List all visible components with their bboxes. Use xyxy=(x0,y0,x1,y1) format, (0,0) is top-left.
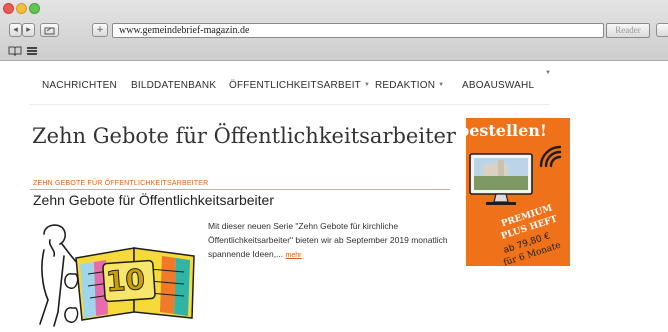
share-icon xyxy=(44,27,55,35)
chevron-left-icon: ◂ xyxy=(13,25,18,35)
plus-icon: + xyxy=(96,25,104,35)
nav-item-oeffentlichkeitsarbeit[interactable]: ÖFFENTLICHKEITSARBEIT ▼ xyxy=(229,80,370,91)
subscription-ad[interactable]: bestellen! PREMIUM PLUS HEFT ab 79,80 € … xyxy=(466,118,570,266)
article-image[interactable]: 10 xyxy=(34,216,200,327)
nav-item-label: ABOAUSWAHL xyxy=(462,80,535,91)
new-tab-button[interactable]: + xyxy=(92,23,108,37)
wifi-icon xyxy=(539,145,562,168)
article-title-link[interactable]: Zehn Gebote für Öffentlichkeitsarbeiter xyxy=(33,192,274,208)
caret-down-icon[interactable]: ▼ xyxy=(545,70,551,76)
nav-item-label: BILDDATENBANK xyxy=(131,80,217,91)
back-button[interactable]: ◂ xyxy=(9,23,22,37)
nav-item-label: REDAKTION xyxy=(375,80,436,91)
maximize-window-button[interactable] xyxy=(29,3,40,14)
share-button[interactable] xyxy=(40,23,59,37)
excerpt-text: Mit dieser neuen Serie "Zehn Gebote für … xyxy=(208,221,448,259)
premium-badge: PREMIUM PLUS HEFT ab 79,80 € für 6 Monat… xyxy=(492,201,570,266)
ad-headline: bestellen! xyxy=(466,121,547,140)
chevron-right-icon: ▸ xyxy=(26,25,31,35)
caret-down-icon: ▼ xyxy=(438,82,445,88)
category-divider xyxy=(30,189,450,190)
toolbar-extra-button[interactable] xyxy=(656,23,668,37)
monitor-icon xyxy=(469,153,533,205)
browser-toolbar: ◂ ▸ + www.gemeindebrief-magazin.de Reade… xyxy=(0,0,668,61)
minimize-window-button[interactable] xyxy=(16,3,27,14)
nav-item-label: ÖFFENTLICHKEITSARBEIT xyxy=(229,80,361,91)
main-navigation: NACHRICHTEN BILDDATENBANK ÖFFENTLICHKEIT… xyxy=(30,68,551,105)
bookmarks-icon[interactable] xyxy=(8,43,22,61)
nav-item-label: NACHRICHTEN xyxy=(42,80,117,91)
reader-label: Reader xyxy=(615,25,641,35)
category-link[interactable]: ZEHN GEBOTE FÜR ÖFFENTLICHKEITSARBEITER xyxy=(33,180,208,187)
close-window-button[interactable] xyxy=(3,3,14,14)
nav-item-nachrichten[interactable]: NACHRICHTEN xyxy=(42,80,117,91)
caret-down-icon: ▼ xyxy=(364,82,371,88)
top-sites-icon[interactable] xyxy=(26,43,38,61)
forward-button[interactable]: ▸ xyxy=(22,23,35,37)
nav-item-bilddatenbank[interactable]: BILDDATENBANK xyxy=(131,80,216,91)
image-number: 10 xyxy=(104,262,147,299)
url-text: www.gemeindebrief-magazin.de xyxy=(119,25,250,36)
page-title: Zehn Gebote für Öffentlichkeitsarbeiter xyxy=(32,124,456,148)
nav-item-aboauswahl[interactable]: ABOAUSWAHL xyxy=(462,80,534,91)
reader-button[interactable]: Reader xyxy=(606,23,650,38)
read-more-link[interactable]: mehr xyxy=(286,252,302,259)
article-excerpt: Mit dieser neuen Serie "Zehn Gebote für … xyxy=(208,219,448,263)
address-bar[interactable]: www.gemeindebrief-magazin.de xyxy=(112,23,604,38)
nav-item-redaktion[interactable]: REDAKTION ▼ xyxy=(375,80,444,91)
